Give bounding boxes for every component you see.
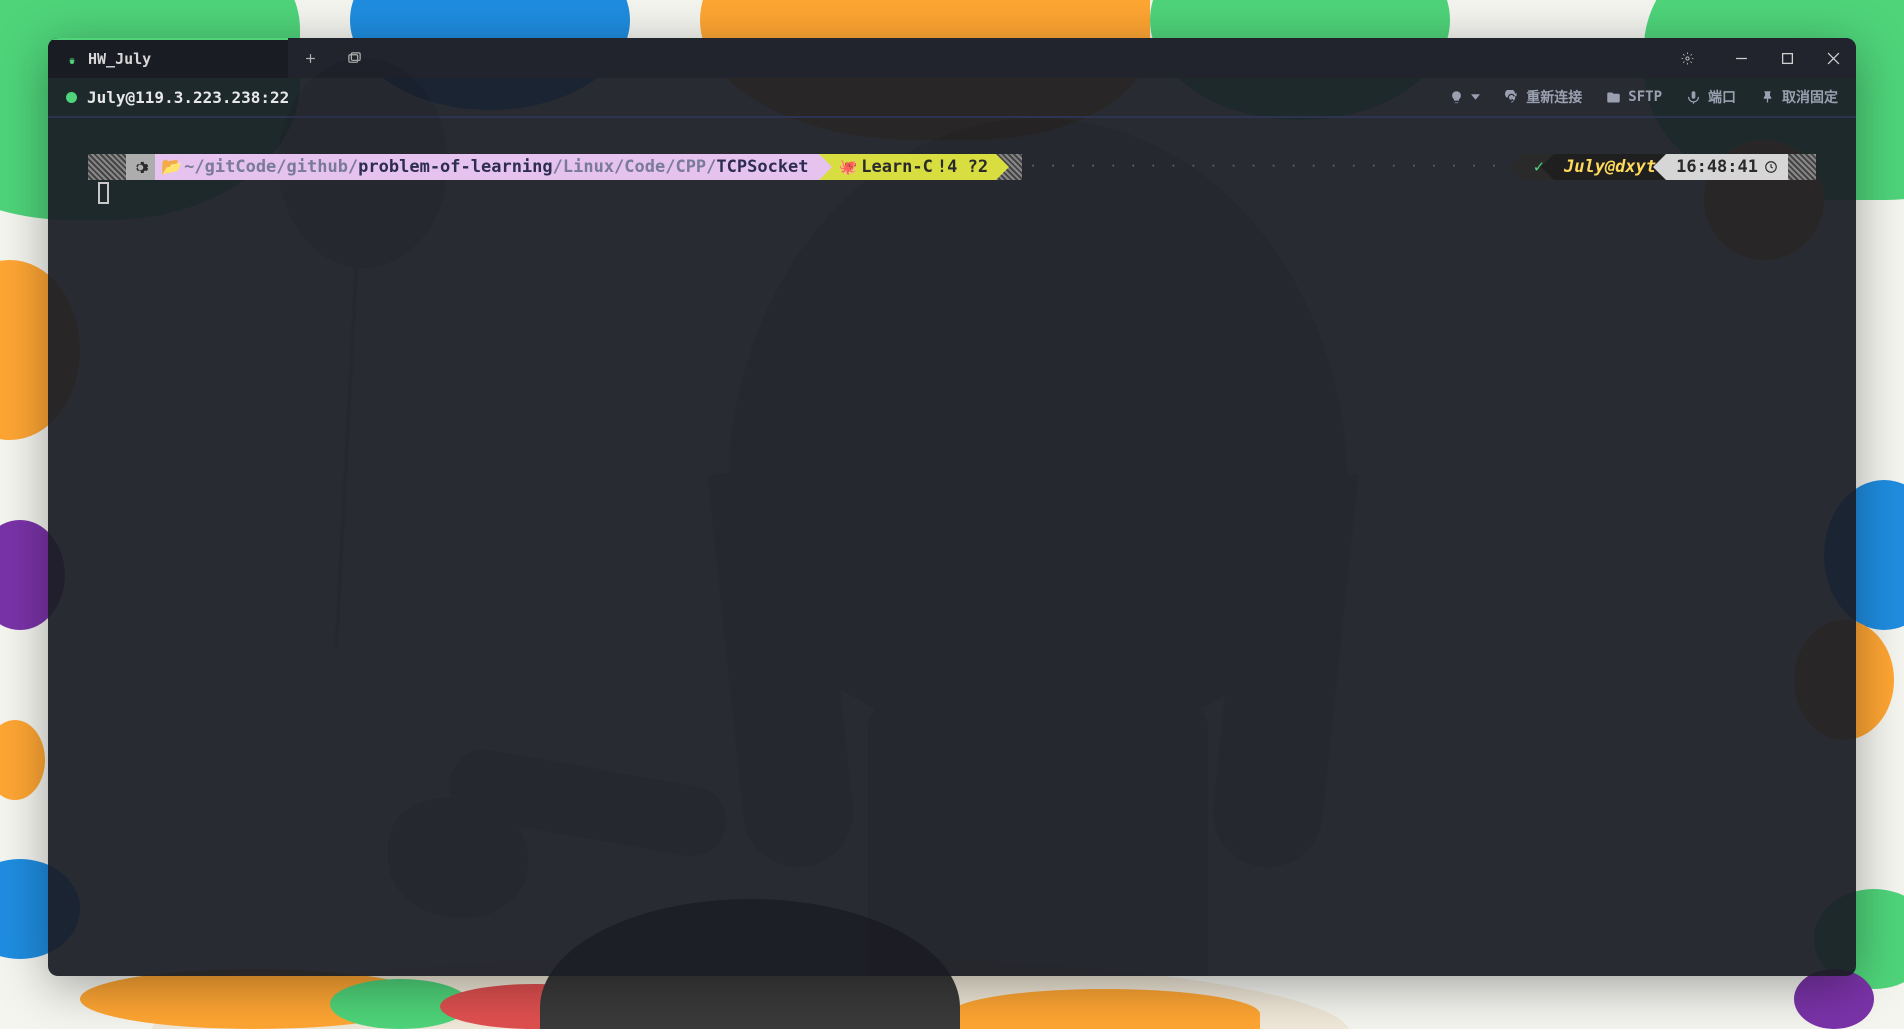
terminal-window: HW_July July@119.3 [48, 38, 1856, 976]
prompt-segment-user: July@dxyt [1554, 154, 1666, 180]
prompt-decoration-left [88, 154, 126, 180]
prompt-segment-git: 🐙 Learn-C !4 ?2 [819, 154, 997, 180]
connection-bar: July@119.3.223.238:22 重新连接 SFTP 端口 取消固定 [48, 78, 1856, 118]
prompt-segment-path: 📂 ~/gitCode/github/problem-of-learning/L… [155, 154, 819, 180]
maximize-button[interactable] [1764, 38, 1810, 78]
reconnect-button[interactable]: 重新连接 [1504, 87, 1582, 107]
tabs-overview-button[interactable] [332, 38, 376, 78]
terminal-viewport[interactable]: 📂 ~/gitCode/github/problem-of-learning/L… [48, 118, 1856, 976]
unpin-button[interactable]: 取消固定 [1760, 87, 1838, 107]
gear-icon [132, 159, 149, 176]
settings-button[interactable] [1664, 38, 1710, 78]
window-titlebar: HW_July [48, 38, 1856, 78]
prompt-time: 16:48:41 [1676, 154, 1758, 180]
connection-label: July@119.3.223.238:22 [87, 88, 289, 107]
minimize-button[interactable] [1718, 38, 1764, 78]
terminal-background-art [48, 118, 1856, 976]
reconnect-label: 重新连接 [1526, 87, 1582, 107]
tab-status-icon [66, 53, 78, 65]
prompt-segment-time: 16:48:41 [1666, 154, 1788, 180]
sftp-label: SFTP [1628, 89, 1662, 105]
connection-status-dot [66, 92, 77, 103]
git-dirty-status: !4 ?2 [937, 154, 988, 180]
serial-label: 端口 [1708, 87, 1736, 107]
prompt-fill-dots: · · · · · · · · · · · · · · · · · · · · … [1022, 154, 1524, 180]
close-button[interactable] [1810, 38, 1856, 78]
clock-icon [1764, 160, 1778, 174]
path-prefix: ~/gitCode/github/ [184, 154, 358, 180]
sftp-button[interactable]: SFTP [1606, 89, 1662, 105]
unpin-label: 取消固定 [1782, 87, 1838, 107]
new-tab-button[interactable] [288, 38, 332, 78]
prompt-decoration-right [1788, 154, 1816, 180]
hint-button[interactable] [1449, 90, 1480, 105]
path-mid: problem-of-learning [358, 154, 552, 180]
path-suffix: /Linux/Code/CPP/ [553, 154, 717, 180]
git-branch: Learn-C [861, 154, 933, 180]
terminal-cursor [98, 182, 109, 204]
prompt-segment-os [126, 154, 155, 180]
prompt-line: 📂 ~/gitCode/github/problem-of-learning/L… [88, 154, 1816, 180]
tab-title: HW_July [88, 50, 151, 68]
github-icon: 🐙 [839, 154, 858, 180]
path-leaf: TCPSocket [716, 154, 808, 180]
user-host: July@dxyt [1564, 154, 1656, 180]
input-line[interactable] [88, 182, 1816, 204]
folder-icon: 📂 [161, 154, 182, 180]
serial-button[interactable]: 端口 [1686, 87, 1736, 107]
tab-hw-july[interactable]: HW_July [48, 38, 288, 78]
